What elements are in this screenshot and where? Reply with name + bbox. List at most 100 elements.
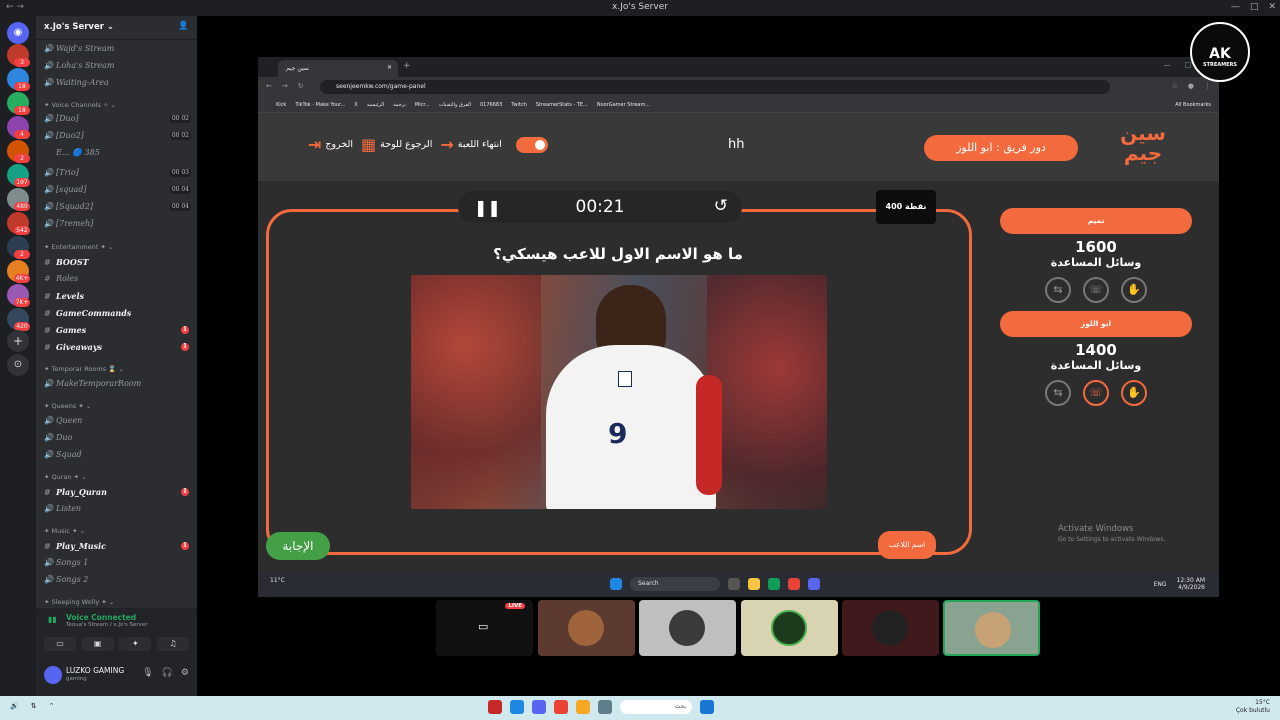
explore-icon[interactable]: ⊙: [7, 354, 29, 376]
channel-item[interactable]: # Giveaways 1: [44, 340, 191, 354]
channel-category[interactable]: ✦ Quran ✦ ⌄: [44, 470, 191, 484]
maximize-icon[interactable]: □: [1250, 2, 1259, 12]
edge-icon[interactable]: [768, 578, 780, 590]
channel-item[interactable]: # Games 1: [44, 323, 191, 337]
channel-item[interactable]: 🔊 Waiting-Area: [44, 76, 191, 90]
settings-gear-icon[interactable]: ⚙: [181, 668, 189, 678]
server-header[interactable]: x.Jo's Server ⌄ 👤: [36, 16, 197, 40]
bookmark-item[interactable]: Twitch: [511, 97, 527, 112]
discord-icon[interactable]: [532, 700, 546, 714]
profile-icon[interactable]: ●: [1188, 82, 1194, 90]
minimize-icon[interactable]: —: [1164, 61, 1171, 69]
discord-home-icon[interactable]: ◉: [7, 22, 29, 44]
channel-category[interactable]: ✦ Temporar Rooms ⌛ ⌄: [44, 362, 191, 376]
camera-off-icon[interactable]: ▭: [44, 637, 76, 651]
channel-item[interactable]: 🔊 Squad: [44, 448, 191, 462]
bookmark-item[interactable]: Micr...: [415, 97, 430, 112]
channel-item[interactable]: 🔊 Queen: [44, 414, 191, 428]
voice-status[interactable]: Voice Connected: [66, 613, 136, 622]
avatar[interactable]: [44, 666, 62, 684]
channel-item[interactable]: 🔊 [Duo] 00 02: [44, 112, 191, 126]
exit-button[interactable]: ⇥ الخروج: [308, 135, 353, 154]
add-user-icon[interactable]: 👤: [178, 21, 189, 31]
channel-item[interactable]: # BOOST: [44, 255, 191, 269]
inner-lang[interactable]: ENG: [1154, 581, 1167, 588]
swap-icon[interactable]: ⇆: [1045, 277, 1071, 303]
answer-button[interactable]: الإجابة: [266, 532, 330, 560]
folder-icon[interactable]: [576, 700, 590, 714]
add-server-icon[interactable]: +: [7, 330, 29, 352]
phone-icon[interactable]: ☏: [1083, 277, 1109, 303]
all-bookmarks[interactable]: All Bookmarks: [1175, 97, 1211, 112]
channel-item[interactable]: # Play_Music 1: [44, 539, 191, 553]
soundboard-icon[interactable]: ♫: [156, 637, 189, 651]
back-icon[interactable]: ←: [266, 82, 272, 90]
discord-icon[interactable]: [808, 578, 820, 590]
reset-timer-icon[interactable]: ↺: [714, 196, 728, 216]
channel-category[interactable]: ✦ Entertainment ✦ ⌄: [44, 240, 191, 254]
participant-tile[interactable]: [741, 600, 838, 656]
edge-icon[interactable]: [510, 700, 524, 714]
channel-item[interactable]: 🔊 [7remeh]: [44, 217, 191, 231]
channel-item[interactable]: 🔊 Songs 1: [44, 556, 191, 570]
bookmark-item[interactable]: الفرق والتقنيات: [439, 97, 471, 112]
channel-category[interactable]: ✦ Voice Channels ✧ ⌄: [44, 98, 191, 112]
channel-item[interactable]: 🔊 [Duo2] 00 02: [44, 129, 191, 143]
channel-item[interactable]: E... 🔵 385: [44, 146, 191, 160]
channel-item[interactable]: # Play_Quran 1: [44, 485, 191, 499]
settings-icon[interactable]: [598, 700, 612, 714]
channel-item[interactable]: # Levels: [44, 289, 191, 303]
new-tab-icon[interactable]: +: [403, 61, 411, 71]
bookmark-star-icon[interactable]: ☆: [1172, 82, 1178, 90]
app-icon[interactable]: [488, 700, 502, 714]
channel-item[interactable]: 🔊 Songs 2: [44, 573, 191, 587]
back-to-board-button[interactable]: ▦ الرجوع للوحة: [361, 135, 432, 154]
channel-item[interactable]: 🔊 [Trio] 00 03: [44, 166, 191, 180]
bookmark-item[interactable]: الرئيسية: [367, 97, 384, 112]
minimize-icon[interactable]: —: [1231, 2, 1240, 12]
channel-category[interactable]: ✦ Music ✦ ⌄: [44, 524, 191, 538]
volume-icon[interactable]: 🔊: [10, 702, 19, 710]
channel-item[interactable]: # GameCommands: [44, 306, 191, 320]
participant-tile[interactable]: [639, 600, 736, 656]
bookmark-item[interactable]: X: [354, 97, 357, 112]
participant-tile-screen[interactable]: LIVE ▭: [436, 600, 533, 656]
channel-item[interactable]: 🔊 [squad] 00 04: [44, 183, 191, 197]
tab-close-icon[interactable]: ✕: [387, 64, 392, 71]
chrome-icon[interactable]: [554, 700, 568, 714]
participant-tile-speaking[interactable]: [943, 600, 1040, 656]
url-field[interactable]: seenjeemkw.com/game-panel: [320, 80, 1110, 94]
participant-tile[interactable]: [538, 600, 635, 656]
mic-icon[interactable]: 🎙: [142, 668, 153, 678]
bookmark-item[interactable]: ترجمة: [393, 97, 406, 112]
participant-tile[interactable]: [842, 600, 939, 656]
bookmark-item[interactable]: 0176683: [480, 97, 502, 112]
channel-item[interactable]: 🔊 Listen: [44, 502, 191, 516]
channel-category[interactable]: ✦ Queens ✦ ⌄: [44, 399, 191, 413]
bookmark-item[interactable]: TikTok - Make Your...: [295, 97, 345, 112]
channel-category[interactable]: ✦ Sleeping Wolly ✦ ⌄: [44, 595, 191, 609]
swap-icon[interactable]: ⇆: [1045, 380, 1071, 406]
sound-toggle[interactable]: [515, 136, 548, 153]
forward-icon[interactable]: →: [282, 82, 288, 90]
channel-item[interactable]: # Roles: [44, 272, 191, 286]
screen-share-icon[interactable]: ▣: [81, 637, 114, 651]
close-icon[interactable]: ✕: [1268, 2, 1276, 12]
activities-icon[interactable]: ✦: [119, 637, 152, 651]
network-icon[interactable]: ⇅: [31, 702, 37, 710]
chevron-up-icon[interactable]: ⌃: [49, 702, 55, 710]
inner-search[interactable]: Search: [630, 577, 720, 591]
reload-icon[interactable]: ↻: [298, 82, 304, 90]
menu-icon[interactable]: ⋮: [1204, 82, 1211, 90]
channel-item[interactable]: 🔊 Duo: [44, 431, 191, 445]
channel-item[interactable]: 🔊 MakeTemporarRoom: [44, 377, 191, 391]
channel-item[interactable]: 🔊 [Squad2] 00 04: [44, 200, 191, 214]
start-icon[interactable]: [610, 578, 622, 590]
browser-tab[interactable]: سين جيم ✕: [278, 60, 398, 77]
os-search[interactable]: بحث: [620, 700, 692, 714]
hand-icon[interactable]: ✋: [1121, 277, 1147, 303]
end-game-button[interactable]: → انتهاء اللعبة: [440, 135, 502, 154]
channel-item[interactable]: 🔊 Wajd's Stream: [44, 42, 191, 56]
task-view-icon[interactable]: [728, 578, 740, 590]
maximize-icon[interactable]: □: [1185, 61, 1192, 69]
